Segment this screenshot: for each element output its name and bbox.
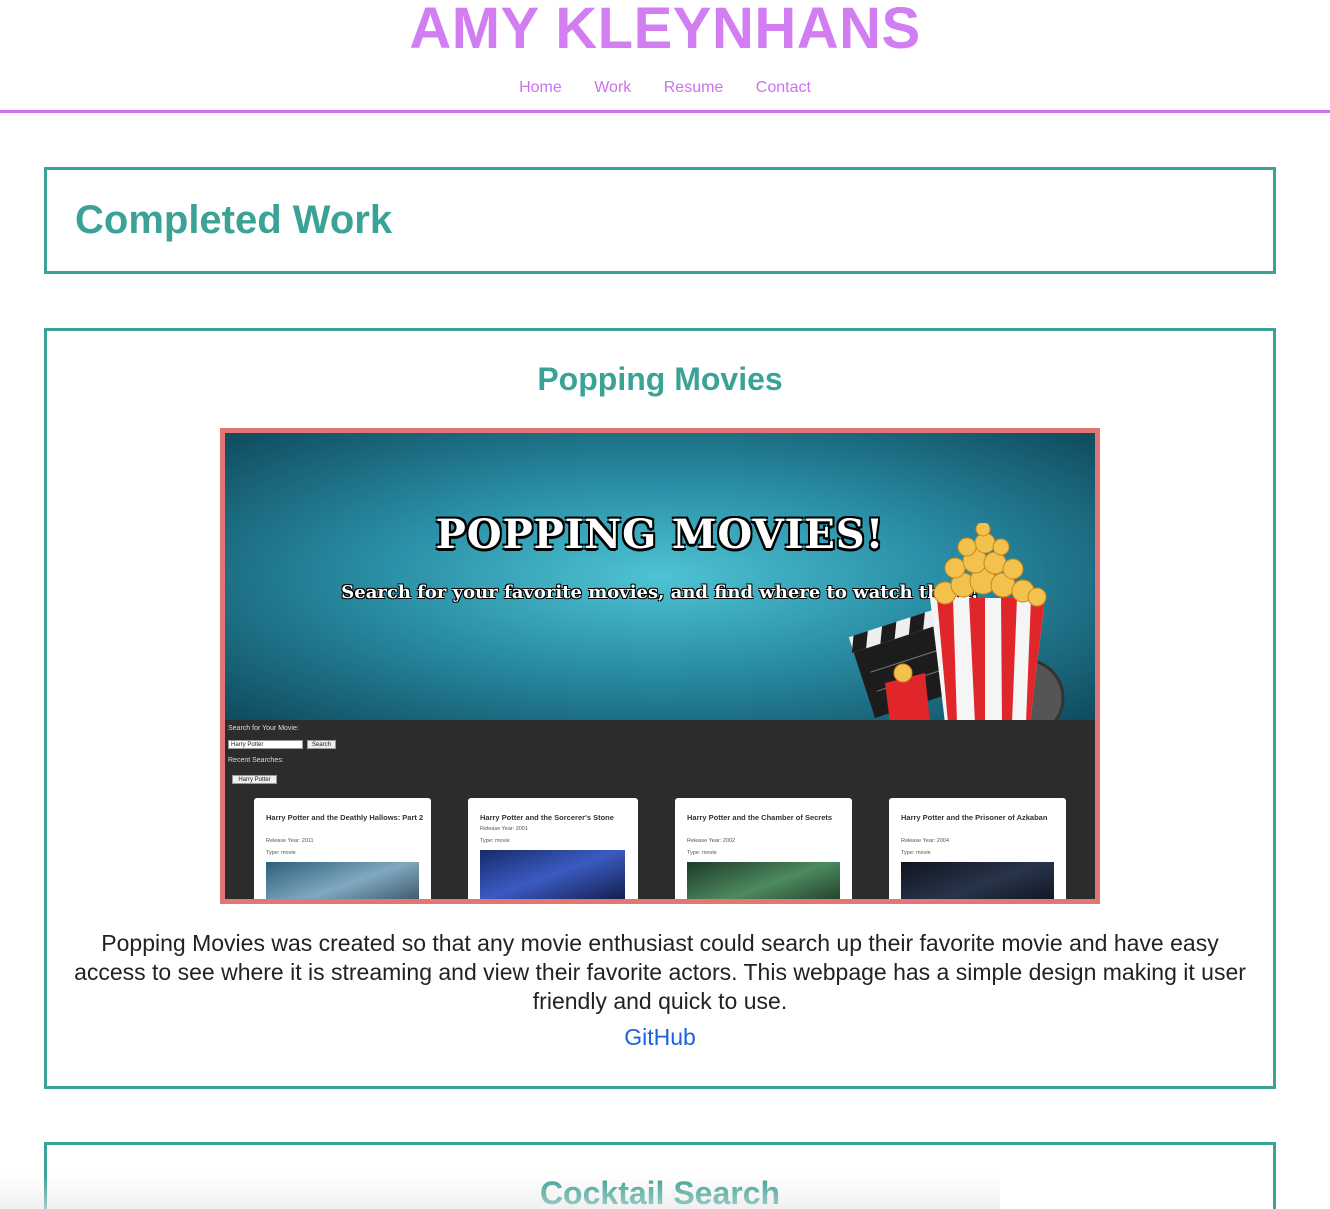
project-title: Cocktail Search — [539, 1175, 781, 1209]
screenshot-app-area: Search for Your Movie: Harry Potter Sear… — [225, 720, 1095, 899]
search-input: Harry Potter — [228, 740, 303, 749]
nav-resume-link[interactable]: Resume — [664, 79, 724, 97]
movie-card-title: Harry Potter and the Sorcerer's Stone — [480, 813, 614, 822]
search-button: Search — [307, 740, 336, 749]
movie-card-type: Type: movie — [687, 850, 717, 856]
movie-card-title: Harry Potter and the Chamber of Secrets — [687, 813, 833, 822]
nav-home-link[interactable]: Home — [519, 79, 562, 97]
project-screenshot: POPPING MOVIES! Search for your favorite… — [220, 428, 1100, 904]
recent-search-item: Harry Potter — [232, 775, 277, 784]
movie-card-year: Release Year: 2011 — [266, 838, 314, 844]
completed-work-box: Completed Work — [44, 167, 1276, 274]
movie-card-type: Type: movie — [901, 850, 931, 856]
main-nav: Home Work Resume Contact — [0, 79, 1330, 97]
recent-searches-label: Recent Searches: — [228, 757, 284, 764]
project-card-popping-movies: Popping Movies POPPING MOVIES! Search fo… — [44, 328, 1276, 1089]
movie-card: Harry Potter and the Sorcerer's Stone Re… — [468, 798, 638, 899]
section-title: Completed Work — [75, 198, 393, 242]
movie-card: Harry Potter and the Prisoner of Azkaban… — [889, 798, 1066, 899]
github-link[interactable]: GitHub — [47, 1024, 1273, 1051]
movie-card: Harry Potter and the Deathly Hallows: Pa… — [254, 798, 431, 899]
movie-poster-image — [480, 850, 625, 899]
project-title: Popping Movies — [537, 361, 783, 397]
nav-contact-link[interactable]: Contact — [756, 79, 811, 97]
movie-poster-image — [266, 862, 419, 899]
project-card-cocktail-search: Cocktail Search — [44, 1142, 1276, 1209]
movie-card: Harry Potter and the Chamber of Secrets … — [675, 798, 852, 899]
popcorn-clapperboard-illustration — [848, 523, 1065, 723]
movie-card-type: Type: movie — [480, 838, 510, 844]
screenshot-hero: POPPING MOVIES! Search for your favorite… — [225, 433, 1095, 723]
project-description: Popping Movies was created so that any m… — [74, 930, 1246, 1014]
movie-card-title: Harry Potter and the Deathly Hallows: Pa… — [266, 813, 424, 822]
site-header: AMY KLEYNHANS Home Work Resume Contact — [0, 0, 1330, 113]
movie-card-year: Release Year: 2001 — [480, 826, 529, 832]
movie-card-type: Type: movie — [266, 850, 296, 856]
nav-work-link[interactable]: Work — [594, 79, 631, 97]
movie-poster-image — [687, 862, 840, 899]
site-title: AMY KLEYNHANS — [409, 0, 921, 61]
movie-card-year: Release Year: 2002 — [687, 838, 736, 844]
search-label: Search for Your Movie: — [228, 725, 299, 732]
movie-card-year: Release Year: 2004 — [901, 838, 950, 844]
movie-card-title: Harry Potter and the Prisoner of Azkaban — [901, 813, 1048, 822]
movie-poster-image — [901, 862, 1054, 899]
